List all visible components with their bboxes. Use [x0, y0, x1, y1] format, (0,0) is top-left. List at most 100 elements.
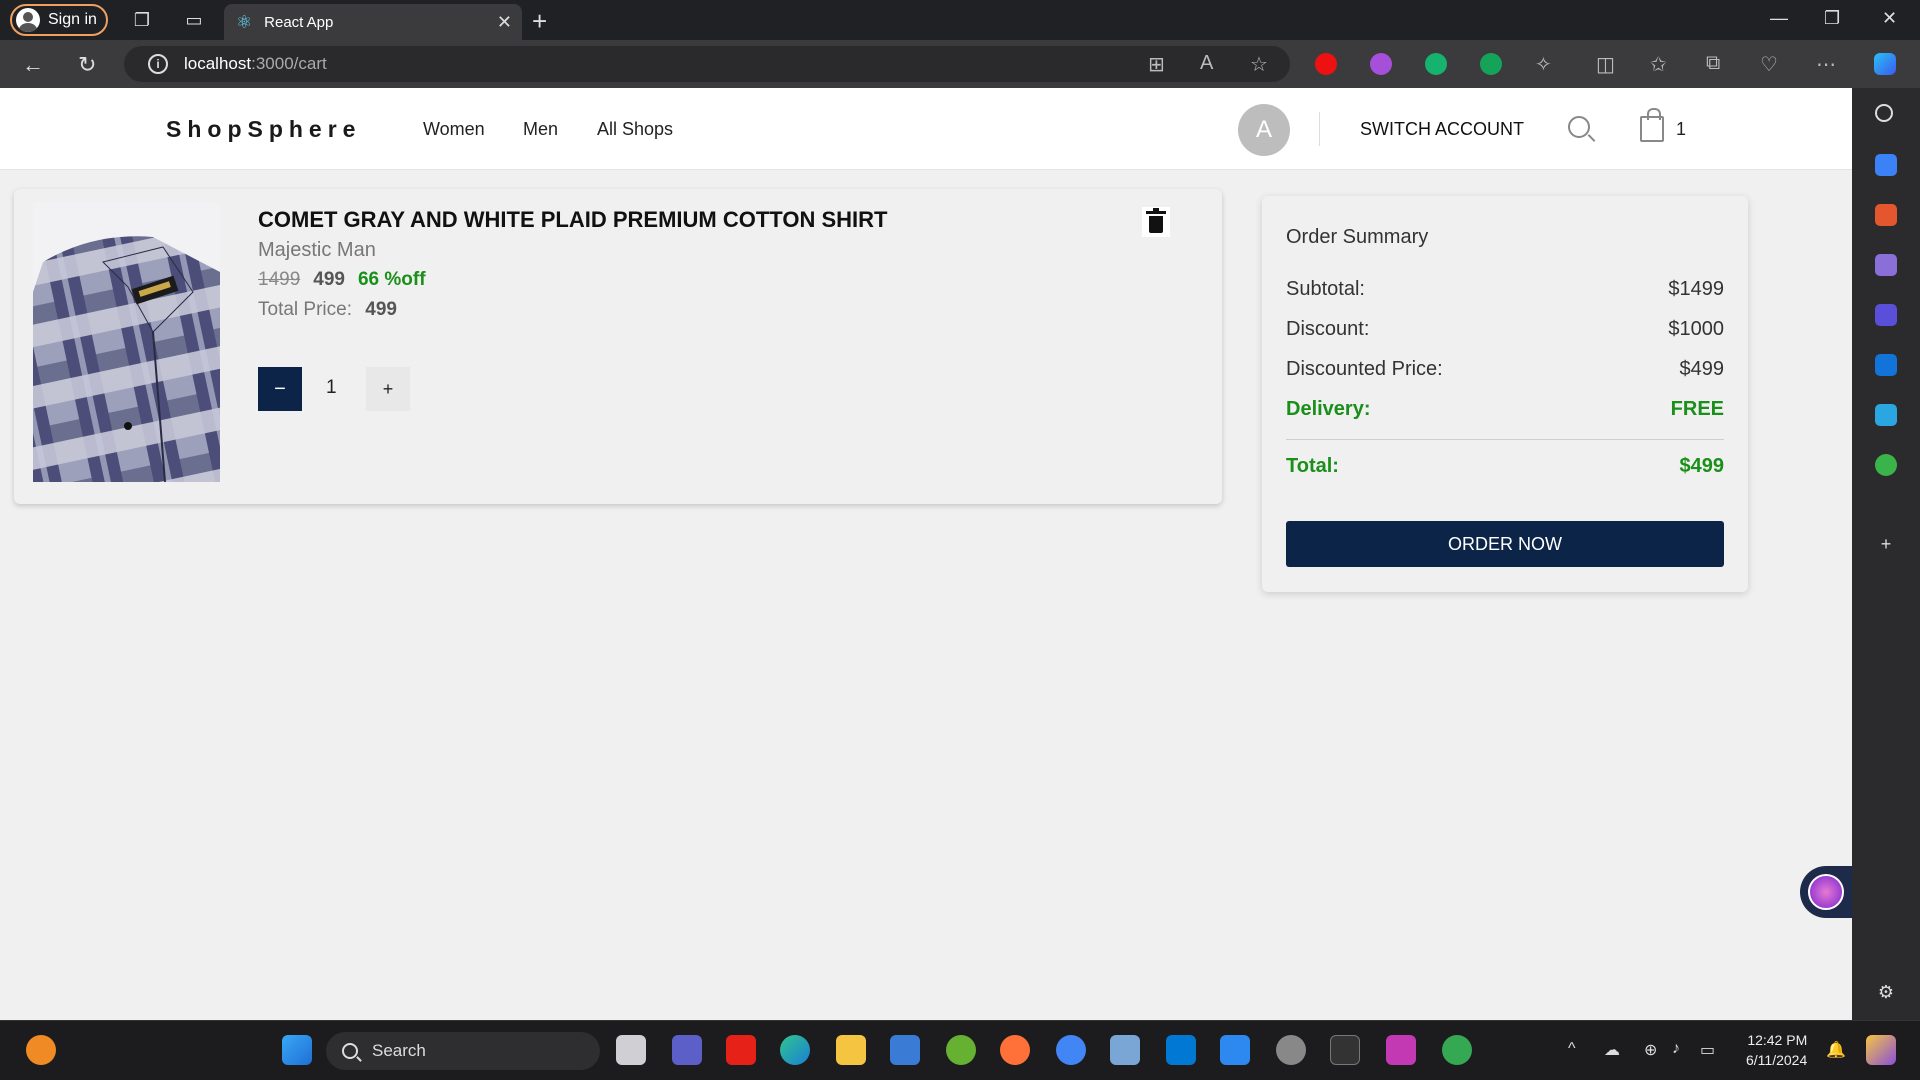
- sidebar-add-icon[interactable]: +: [1874, 532, 1898, 556]
- onedrive-icon[interactable]: ☁: [1604, 1040, 1620, 1060]
- extension-grammarly-icon[interactable]: [1480, 53, 1502, 75]
- floating-assistant-button[interactable]: [1800, 866, 1852, 918]
- item-total-value: 499: [365, 299, 397, 320]
- product-image[interactable]: [33, 202, 220, 482]
- sidebar-tree-icon[interactable]: [1875, 454, 1897, 476]
- intellij-icon[interactable]: [1386, 1035, 1416, 1065]
- paint-icon[interactable]: [1220, 1035, 1250, 1065]
- sidebar-telegram-icon[interactable]: [1875, 404, 1897, 426]
- discount-row: Discount: $1000: [1286, 318, 1724, 341]
- site-info-icon[interactable]: i: [148, 54, 168, 74]
- order-now-button[interactable]: ORDER NOW: [1286, 521, 1724, 567]
- performance-icon[interactable]: ♡: [1760, 52, 1778, 77]
- volume-icon[interactable]: ♪: [1672, 1040, 1680, 1058]
- chrome-profile-icon[interactable]: [1442, 1035, 1472, 1065]
- order-summary-title: Order Summary: [1286, 226, 1429, 248]
- sidebar-search-icon[interactable]: [1875, 104, 1893, 122]
- shopping-bag-icon[interactable]: [1640, 108, 1664, 142]
- nav-men[interactable]: Men: [523, 119, 558, 140]
- clock-date: 6/11/2024: [1746, 1052, 1808, 1068]
- more-menu-icon[interactable]: ⋯: [1816, 52, 1836, 77]
- collections-icon[interactable]: ⧉: [1706, 52, 1720, 75]
- quantity-value: 1: [326, 377, 337, 398]
- task-view-icon[interactable]: [616, 1035, 646, 1065]
- tab-title: React App: [264, 13, 334, 31]
- increase-quantity-button[interactable]: +: [366, 367, 410, 411]
- sidebar-settings-icon[interactable]: ⚙: [1874, 980, 1898, 1004]
- copilot-icon[interactable]: [1874, 53, 1896, 75]
- switch-account-link[interactable]: SWITCH ACCOUNT: [1360, 119, 1524, 140]
- workspaces-icon[interactable]: ❐: [130, 8, 154, 32]
- favorites-icon[interactable]: ✩: [1650, 52, 1667, 77]
- apps-icon[interactable]: ⊞: [1148, 52, 1165, 77]
- sidebar-shopping-icon[interactable]: [1875, 154, 1897, 176]
- sidebar-copilot-icon[interactable]: [1875, 304, 1897, 326]
- item-total-row: Total Price: 499: [258, 299, 397, 321]
- nav-women[interactable]: Women: [423, 119, 485, 140]
- close-tab-icon[interactable]: ✕: [497, 12, 512, 33]
- chrome-icon[interactable]: [1056, 1035, 1086, 1065]
- vscode-icon[interactable]: [1166, 1035, 1196, 1065]
- photos-icon[interactable]: [1110, 1035, 1140, 1065]
- discount-label: Discount:: [1286, 318, 1370, 340]
- minimize-icon[interactable]: —: [1770, 8, 1788, 29]
- battery-icon[interactable]: ▭: [1700, 1040, 1715, 1060]
- discounted-price-row: Discounted Price: $499: [1286, 358, 1724, 381]
- total-value: $499: [1679, 455, 1725, 477]
- decrease-quantity-button[interactable]: −: [258, 367, 302, 411]
- tab-actions-icon[interactable]: ▭: [182, 8, 206, 32]
- sidebar-outlook-icon[interactable]: [1875, 354, 1897, 376]
- react-logo-icon: ⚛: [236, 11, 253, 32]
- read-aloud-icon[interactable]: A: [1200, 52, 1213, 75]
- close-window-icon[interactable]: ✕: [1882, 8, 1897, 29]
- cart-item-card: COMET GRAY AND WHITE PLAID PREMIUM COTTO…: [14, 189, 1222, 504]
- youtube-icon[interactable]: [726, 1035, 756, 1065]
- extension-adblock-icon[interactable]: [1315, 53, 1337, 75]
- tab-react-app[interactable]: ⚛ React App ✕: [224, 4, 522, 40]
- firefox-icon[interactable]: [1000, 1035, 1030, 1065]
- store-icon[interactable]: [890, 1035, 920, 1065]
- notification-bell-icon[interactable]: 🔔: [1826, 1040, 1846, 1060]
- search-icon[interactable]: [1568, 116, 1590, 138]
- file-explorer-icon[interactable]: [836, 1035, 866, 1065]
- restore-icon[interactable]: ❐: [1824, 8, 1840, 29]
- system-clock[interactable]: 12:42 PM 6/11/2024: [1746, 1030, 1807, 1070]
- extension-vpn-icon[interactable]: [1370, 53, 1392, 75]
- split-screen-icon[interactable]: ◫: [1596, 52, 1615, 77]
- extension-sync-icon[interactable]: [1425, 53, 1447, 75]
- refresh-icon[interactable]: ↻: [78, 52, 96, 78]
- profile-signin-button[interactable]: Sign in: [10, 4, 108, 36]
- edge-icon[interactable]: [780, 1035, 810, 1065]
- taskbar-weather-icon[interactable]: [26, 1035, 56, 1065]
- clock-time: 12:42 PM: [1747, 1032, 1808, 1048]
- trash-icon: [1146, 207, 1166, 233]
- taskbar-search-label: Search: [372, 1041, 426, 1060]
- extensions-puzzle-icon[interactable]: ✧: [1535, 52, 1552, 77]
- new-tab-button[interactable]: +: [532, 6, 547, 37]
- back-icon[interactable]: ←: [22, 52, 44, 78]
- copilot-taskbar-icon[interactable]: [1866, 1035, 1896, 1065]
- plaid-shirt-image: [33, 202, 220, 482]
- site-logo[interactable]: ShopSphere: [166, 116, 361, 143]
- terminal-icon[interactable]: [1330, 1035, 1360, 1065]
- product-title[interactable]: COMET GRAY AND WHITE PLAID PREMIUM COTTO…: [258, 207, 887, 233]
- nav-all-shops[interactable]: All Shops: [597, 119, 673, 140]
- assistant-brain-icon: [1808, 874, 1844, 910]
- browser-tab-bar: Sign in ❐ ▭ ⚛ React App ✕ + — ❐ ✕: [0, 0, 1920, 40]
- settings-icon[interactable]: [1276, 1035, 1306, 1065]
- start-windows-icon[interactable]: [282, 1035, 312, 1065]
- discount-percent: 66 %off: [357, 269, 426, 290]
- user-avatar[interactable]: A: [1238, 104, 1290, 156]
- url-field[interactable]: i localhost :3000/cart: [124, 46, 1290, 82]
- utorrent-icon[interactable]: [946, 1035, 976, 1065]
- total-row: Total: $499: [1286, 455, 1724, 478]
- teams-icon[interactable]: [672, 1035, 702, 1065]
- taskbar-search[interactable]: Search: [326, 1032, 600, 1070]
- delete-item-button[interactable]: [1142, 207, 1170, 237]
- tray-chevron-icon[interactable]: ^: [1568, 1040, 1576, 1058]
- favorite-star-icon[interactable]: ☆: [1250, 52, 1268, 77]
- network-icon[interactable]: ⊕: [1644, 1040, 1657, 1060]
- sidebar-tools-icon[interactable]: [1875, 204, 1897, 226]
- sidebar-games-icon[interactable]: [1875, 254, 1897, 276]
- signin-label: Sign in: [48, 11, 97, 28]
